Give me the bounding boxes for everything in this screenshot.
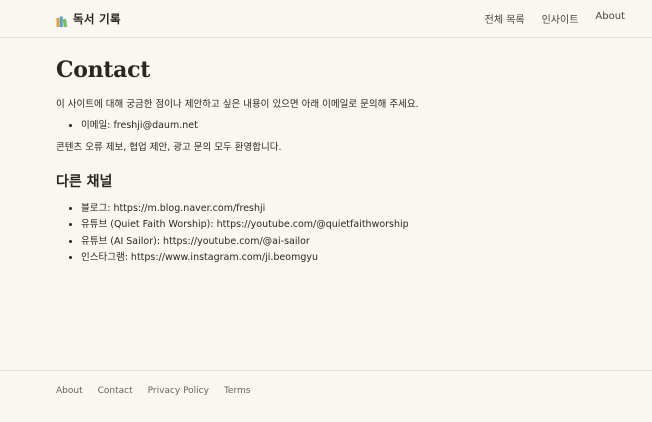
brand-link[interactable]: 독서 기록 — [56, 11, 121, 27]
nav-insights[interactable]: 인사이트 — [542, 11, 579, 26]
channels-title: 다른 채널 — [56, 173, 113, 190]
note-text: 콘텐츠 오류 제보, 협업 제안, 광고 문의 모두 환영합니다. — [56, 141, 282, 153]
footer-link-contact[interactable]: Contact — [98, 386, 133, 396]
intro-text: 이 사이트에 대해 궁금한 점이나 제안하고 싶은 내용이 있으면 아래 이메일… — [56, 99, 419, 110]
page-title: Contact — [56, 57, 151, 83]
top-nav: 전체 목록 인사이트 About — [485, 11, 625, 26]
channel-item-youtube-ai: 유튜브 (AI Sailor): https://youtube.com/@ai… — [81, 234, 596, 251]
email-item: 이메일: freshji@daum.net — [81, 118, 596, 135]
main-content: Contact 이 사이트에 대해 궁금한 점이나 제안하고 싶은 내용이 있으… — [0, 57, 652, 267]
nav-all-list[interactable]: 전체 목록 — [485, 11, 525, 26]
footer-link-privacy[interactable]: Privacy Policy — [148, 386, 209, 396]
channel-item-youtube-qfw: 유튜브 (Quiet Faith Worship): https://youtu… — [81, 217, 596, 234]
nav-about[interactable]: About — [595, 11, 625, 26]
channels-list: 블로그: https://m.blog.naver.com/freshji 유튜… — [56, 201, 596, 267]
site-footer: About Contact Privacy Policy Terms — [0, 370, 652, 396]
footer-link-terms[interactable]: Terms — [224, 386, 251, 396]
site-header: 독서 기록 전체 목록 인사이트 About — [0, 0, 652, 38]
channel-item-blog: 블로그: https://m.blog.naver.com/freshji — [81, 201, 596, 218]
contact-list: 이메일: freshji@daum.net — [56, 118, 596, 135]
brand-title: 독서 기록 — [73, 11, 121, 26]
channel-item-instagram: 인스타그램: https://www.instagram.com/ji.beom… — [81, 250, 596, 267]
footer-link-about[interactable]: About — [56, 386, 83, 396]
books-icon — [56, 13, 68, 27]
